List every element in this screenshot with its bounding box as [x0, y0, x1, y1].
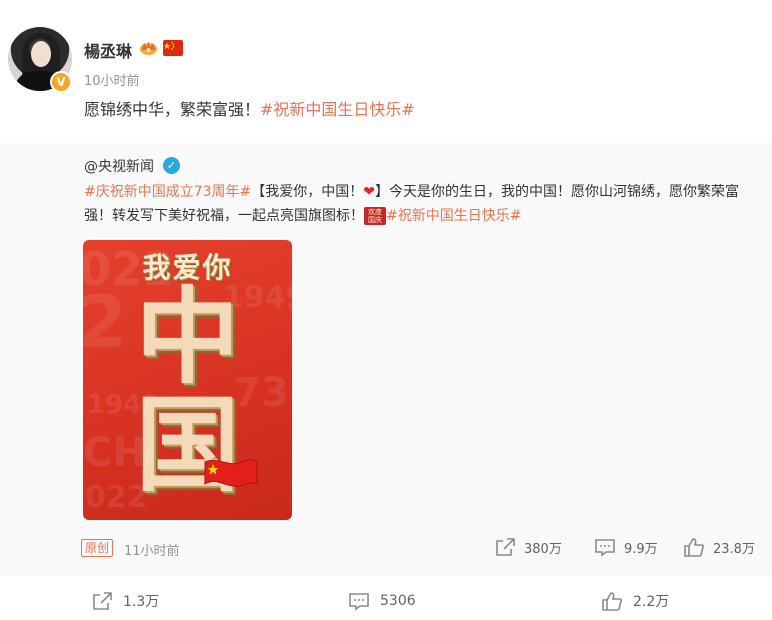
footer-like-count: 2.2万	[633, 594, 670, 610]
like-count-button[interactable]: 23.8万	[683, 537, 755, 557]
blue-verified-icon: ✓	[163, 157, 180, 174]
like-icon	[602, 592, 622, 611]
original-author[interactable]: @央视新闻	[84, 156, 154, 176]
hashtag-link[interactable]: #祝新中国生日快乐#	[386, 208, 521, 224]
footer-repost-count: 1.3万	[123, 594, 160, 610]
footer-comment-button[interactable]: 5306	[348, 591, 416, 611]
china-flag-icon[interactable]	[163, 40, 183, 56]
hashtag-link[interactable]: #祝新中国生日快乐#	[260, 100, 415, 119]
crown-icon[interactable]	[139, 39, 158, 56]
text-segment: 【我爱你，中国！	[251, 184, 364, 200]
post-text-main: 愿锦绣中华，繁荣富强！	[84, 100, 261, 119]
post-time[interactable]: 10小时前	[84, 70, 140, 89]
hashtag-link[interactable]: #庆祝新中国成立73周年#	[84, 184, 251, 200]
gold-verified-icon: V	[50, 71, 72, 93]
poster-char-zhong: 中	[135, 276, 240, 398]
footer-like-button[interactable]: 2.2万	[601, 591, 669, 611]
repost-count-button[interactable]: 380万	[494, 537, 562, 557]
username[interactable]: 楊丞琳	[84, 38, 132, 62]
comment-count-button[interactable]: 9.9万	[594, 537, 658, 557]
original-text: #庆祝新中国成立73周年#【我爱你，中国！❤】今天是你的生日，我的中国！愿你山河…	[84, 180, 760, 228]
comment-icon	[349, 593, 369, 611]
poster-char-guo: 国	[135, 384, 240, 506]
like-count: 23.8万	[713, 541, 755, 557]
footer-comment-count: 5306	[380, 593, 416, 609]
repost-icon	[496, 538, 515, 556]
original-badge: 原创	[81, 539, 113, 557]
waving-flag-icon	[204, 459, 258, 487]
national-day-badge-icon: 欢度 国庆	[364, 207, 386, 225]
comment-icon	[595, 539, 615, 557]
footer-repost-button[interactable]: 1.3万	[91, 591, 159, 611]
poster-image[interactable]: 022 2 1949 1949 73 CH 022 我爱你 中 国	[83, 240, 292, 520]
repost-count: 380万	[524, 541, 562, 557]
weibo-post-card: V 楊丞琳 10小时前 愿锦绣中华，繁荣富强！#祝新中国生日快乐# @央视新闻 …	[0, 0, 772, 620]
post-text: 愿锦绣中华，繁荣富强！#祝新中国生日快乐#	[84, 96, 415, 120]
repost-icon	[93, 592, 112, 610]
heart-icon: ❤	[363, 184, 376, 200]
original-post-time[interactable]: 11小时前	[124, 540, 180, 559]
like-icon	[684, 538, 704, 557]
comment-count: 9.9万	[624, 541, 658, 557]
